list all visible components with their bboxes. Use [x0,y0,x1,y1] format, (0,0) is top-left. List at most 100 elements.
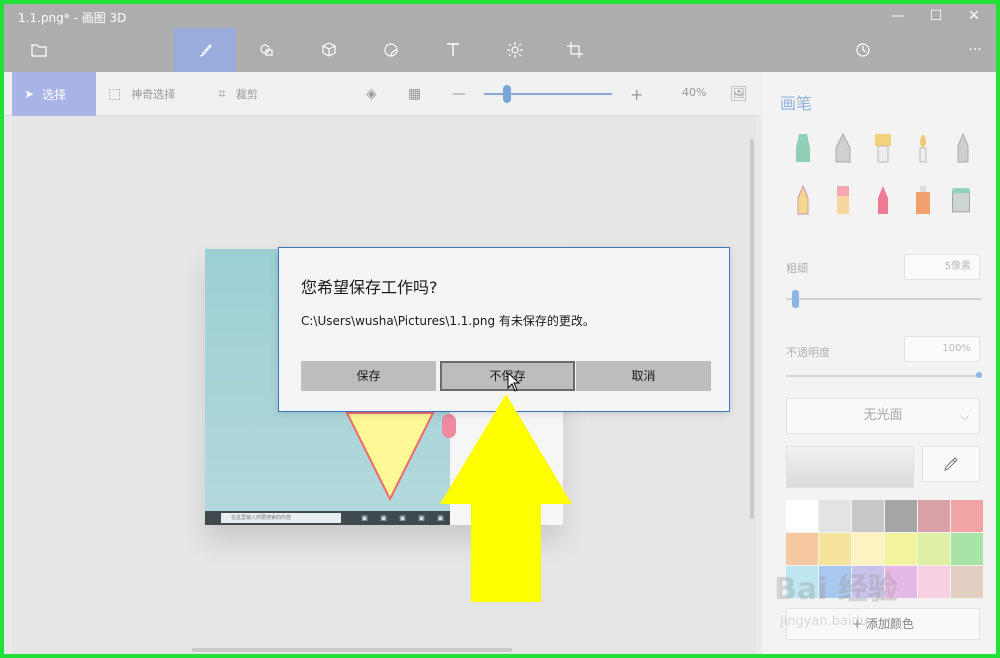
image-taskbar-search: 在这里输入你要搜索的内容 [221,513,341,523]
watermark-brand: Bai 经验 [774,572,898,607]
save-dialog: 您希望保存工作吗? C:\Users\wusha\Pictures\1.1.pn… [278,247,730,412]
chevron-down-icon: ⌵ [959,409,969,423]
folder-icon [31,44,47,57]
minimize-button[interactable]: — [880,6,916,26]
tab-effects[interactable] [484,28,546,72]
taskbar-app-icon: ▣ [361,514,368,522]
image-icon: 🖼 [730,86,748,102]
pencil-icon[interactable] [792,184,814,216]
color-swatch[interactable] [786,533,818,565]
color-swatch[interactable] [885,533,917,565]
vertical-scrollbar[interactable] [750,139,754,519]
fit-image-button[interactable]: 🖼 [730,72,748,116]
tab-stickers[interactable] [360,28,422,72]
paint3d-window: 1.1.png* - 画图 3D — ☐ ✕ ··· ➤ 选择 ⬚ 神奇选择 ⌗… [4,4,996,654]
crop-label: 裁剪 [235,88,258,101]
watermark-url: jingyan.baidu.com [780,614,900,629]
crop-button[interactable]: ⌗ 裁剪 [218,72,258,116]
cube-icon [322,42,336,57]
fill-bucket-icon[interactable] [950,184,972,216]
tab-2d-shapes[interactable] [236,28,298,72]
yellow-triangle-shape [345,412,435,501]
horizontal-scrollbar[interactable] [192,648,512,652]
opacity-label: 不透明度 [786,346,830,359]
spray-can-icon[interactable] [912,184,934,216]
watercolor-brush-icon[interactable] [912,132,934,164]
eyedropper-icon [944,457,958,471]
cancel-button[interactable]: 取消 [576,361,711,391]
zoom-slider-thumb[interactable] [503,85,511,103]
file-menu-button[interactable] [8,28,70,72]
perspective-button[interactable]: ◈ [366,72,377,116]
tab-canvas[interactable] [544,28,606,72]
tab-3d-shapes[interactable] [298,28,360,72]
thickness-input[interactable]: 5像素 [904,254,980,280]
grid-button[interactable]: ▦ [408,72,421,116]
zoom-value: 40% [682,86,707,99]
tab-text[interactable] [422,28,484,72]
text-icon [447,43,459,56]
thickness-slider-thumb[interactable] [792,290,799,308]
current-color-swatch[interactable] [786,446,914,488]
crayon-icon[interactable] [872,184,894,216]
taskbar-app-icon: ▣ [399,514,406,522]
color-swatch[interactable] [819,533,851,565]
tab-brushes[interactable] [174,28,236,72]
select-label: 选择 [42,87,67,102]
maximize-button[interactable]: ☐ [918,6,954,26]
dialog-message: C:\Users\wusha\Pictures\1.1.png 有未保存的更改。 [301,314,595,328]
window-title: 1.1.png* - 画图 3D [18,11,127,25]
baidu-watermark: Bai 经验 jingyan.baidu.com [774,564,994,644]
color-swatch[interactable] [786,500,818,532]
oil-brush-icon[interactable] [872,132,894,164]
cursor-arrow-icon: ➤ [24,87,35,101]
select-button[interactable]: ➤ 选择 [12,72,96,116]
image-taskbar: 在这里输入你要搜索的内容 ▣ ▣ ▣ ▣ ▣ [205,511,450,525]
eraser-icon[interactable] [832,184,854,216]
color-swatch[interactable] [885,500,917,532]
yellow-arrow-annotation [440,394,572,602]
eyedropper-button[interactable] [922,446,980,482]
history-icon [856,43,870,57]
color-swatch[interactable] [819,500,851,532]
color-swatch[interactable] [951,533,983,565]
taskbar-app-icon: ▣ [418,514,425,522]
mouse-cursor-icon [507,372,521,392]
save-button[interactable]: 保存 [301,361,436,391]
brush-icon [199,44,212,57]
opacity-input[interactable]: 100% [904,336,980,362]
panel-title: 画笔 [780,94,813,113]
magic-select-button[interactable]: ⬚ 神奇选择 [108,72,175,116]
calligraphy-pen-icon[interactable] [832,132,854,164]
title-bar: 1.1.png* - 画图 3D — ☐ ✕ [4,4,996,28]
grid-icon: ▦ [408,86,422,102]
magic-select-label: 神奇选择 [131,88,176,101]
pixel-pen-icon[interactable] [952,132,974,164]
thickness-slider[interactable] [786,290,982,308]
more-button[interactable]: ··· [944,28,996,72]
image-taskbar-icons: ▣ ▣ ▣ ▣ ▣ [355,511,450,525]
crop-icon: ⌗ [218,86,226,102]
shapes-2d-icon [260,44,273,56]
opacity-slider-thumb[interactable] [976,372,982,378]
zoom-slider[interactable] [484,85,612,103]
color-swatch[interactable] [852,500,884,532]
dialog-title: 您希望保存工作吗? [301,278,438,297]
color-swatch[interactable] [951,500,983,532]
finish-dropdown-value: 无光面 [863,408,903,423]
color-swatch[interactable] [918,533,950,565]
marker-brush-icon[interactable] [792,132,814,164]
taskbar-app-icon: ▣ [380,514,387,522]
opacity-slider[interactable] [786,372,982,378]
zoom-in-button[interactable]: + [630,72,643,116]
zoom-out-button[interactable]: — [452,72,466,116]
history-button[interactable] [832,28,894,72]
close-button[interactable]: ✕ [956,6,992,26]
finish-dropdown[interactable]: 无光面 ⌵ [786,398,980,434]
effects-icon [507,42,523,58]
thickness-label: 粗细 [786,262,808,275]
color-swatch[interactable] [852,533,884,565]
menu-bar: ··· [4,28,996,72]
sticker-icon [384,43,398,57]
color-swatch[interactable] [918,500,950,532]
